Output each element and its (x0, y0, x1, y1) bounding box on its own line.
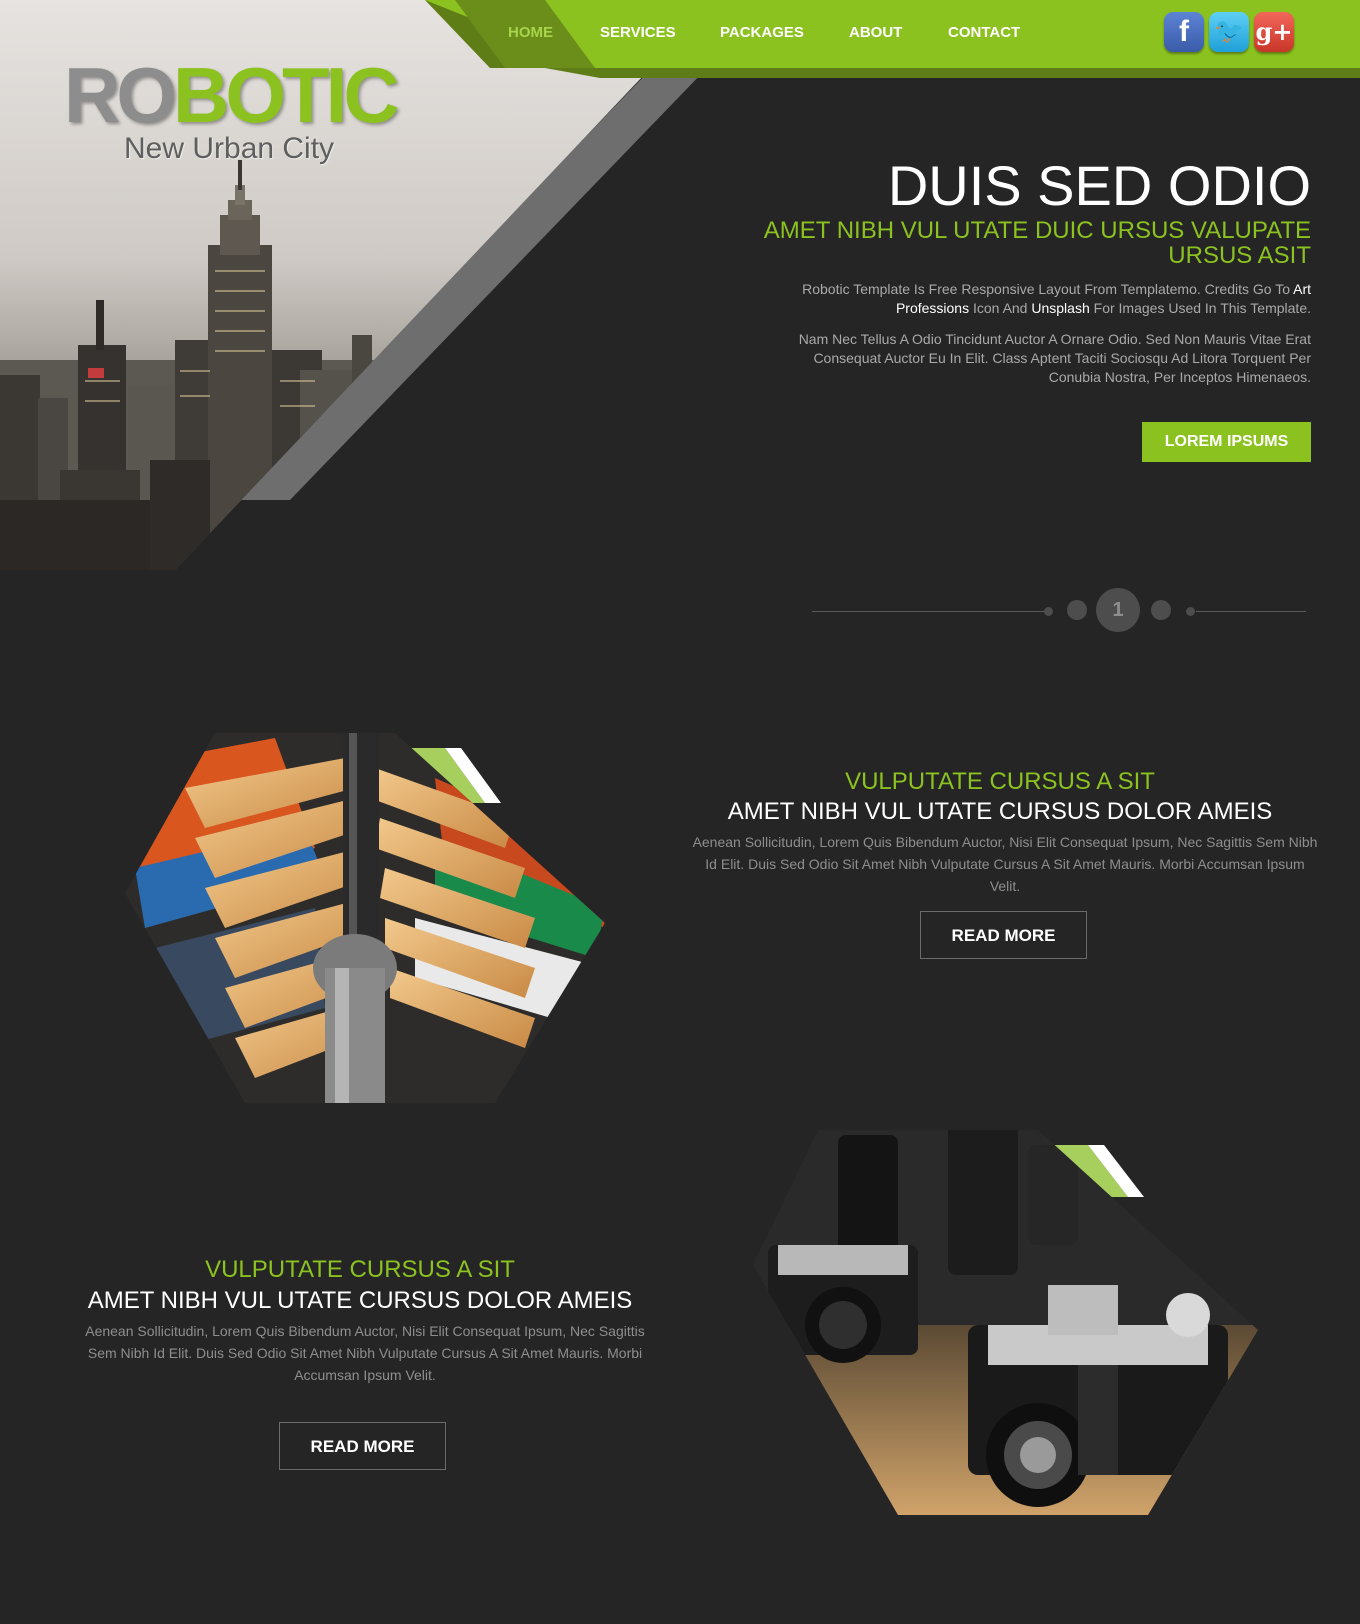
feature1-read-more-button[interactable]: READ MORE (920, 911, 1087, 959)
slider-dot-small[interactable] (1044, 607, 1053, 616)
hero-p1-text-a: Robotic Template Is Free Responsive Layo… (802, 281, 1294, 297)
slider-line-left (812, 611, 1044, 612)
facebook-icon[interactable]: f (1164, 12, 1204, 52)
slider-line-right (1196, 611, 1306, 612)
feature2-text: Aenean Sollicitudin, Lorem Quis Bibendum… (85, 1323, 645, 1383)
hanger-hexagon-image (125, 733, 605, 1103)
google-plus-glyph: g+ (1255, 17, 1293, 46)
feature1-text: Aenean Sollicitudin, Lorem Quis Bibendum… (692, 834, 1318, 894)
nav-home[interactable]: HOME (508, 22, 553, 44)
logo-tagline: New Urban City (124, 132, 335, 165)
nav-contact[interactable]: CONTACT (948, 22, 1020, 44)
hero-paragraph-credits: Robotic Template Is Free Responsive Layo… (791, 280, 1311, 318)
feature1-kicker: VULPUTATE CURSUS A SIT (845, 768, 1155, 795)
nav-about[interactable]: ABOUT (849, 22, 902, 44)
lorem-ipsums-button[interactable]: LOREM IPSUMS (1142, 422, 1311, 462)
nav-packages[interactable]: PACKAGES (720, 22, 804, 44)
site-logo[interactable]: ROBOTIC (64, 56, 400, 134)
hero-p1-text-c: For Images Used In This Template. (1089, 300, 1311, 316)
twitter-glyph: 🐦 (1214, 18, 1244, 45)
camera-hexagon-image (753, 1130, 1258, 1515)
hero-paragraph-body: Nam Nec Tellus A Odio Tincidunt Auctor A… (798, 331, 1311, 385)
feature2-kicker: VULPUTATE CURSUS A SIT (205, 1256, 515, 1283)
hero-subtitle: AMET NIBH VUL UTATE DUIC URSUS VALUPATE … (763, 217, 1311, 269)
slider-dot-small[interactable] (1186, 607, 1195, 616)
twitter-icon[interactable]: 🐦 (1209, 12, 1249, 52)
feature2-read-more-button[interactable]: READ MORE (279, 1422, 446, 1470)
logo-text-gray: RO (64, 51, 177, 139)
hero-p1-text-b: Icon And (969, 300, 1032, 316)
logo-text-green: BOTIC (173, 51, 400, 139)
unsplash-link[interactable]: Unsplash (1031, 300, 1089, 316)
slider-dot[interactable] (1151, 600, 1171, 620)
feature1-title: AMET NIBH VUL UTATE CURSUS DOLOR AMEIS (727, 798, 1273, 825)
hero-title: DUIS SED ODIO (887, 154, 1311, 217)
feature2-title: AMET NIBH VUL UTATE CURSUS DOLOR AMEIS (87, 1287, 633, 1314)
nav-services[interactable]: SERVICES (600, 22, 676, 44)
google-plus-icon[interactable]: g+ (1254, 12, 1294, 52)
slider-dot[interactable] (1067, 600, 1087, 620)
facebook-glyph: f (1179, 15, 1189, 48)
slider-dot-current[interactable]: 1 (1096, 588, 1140, 632)
